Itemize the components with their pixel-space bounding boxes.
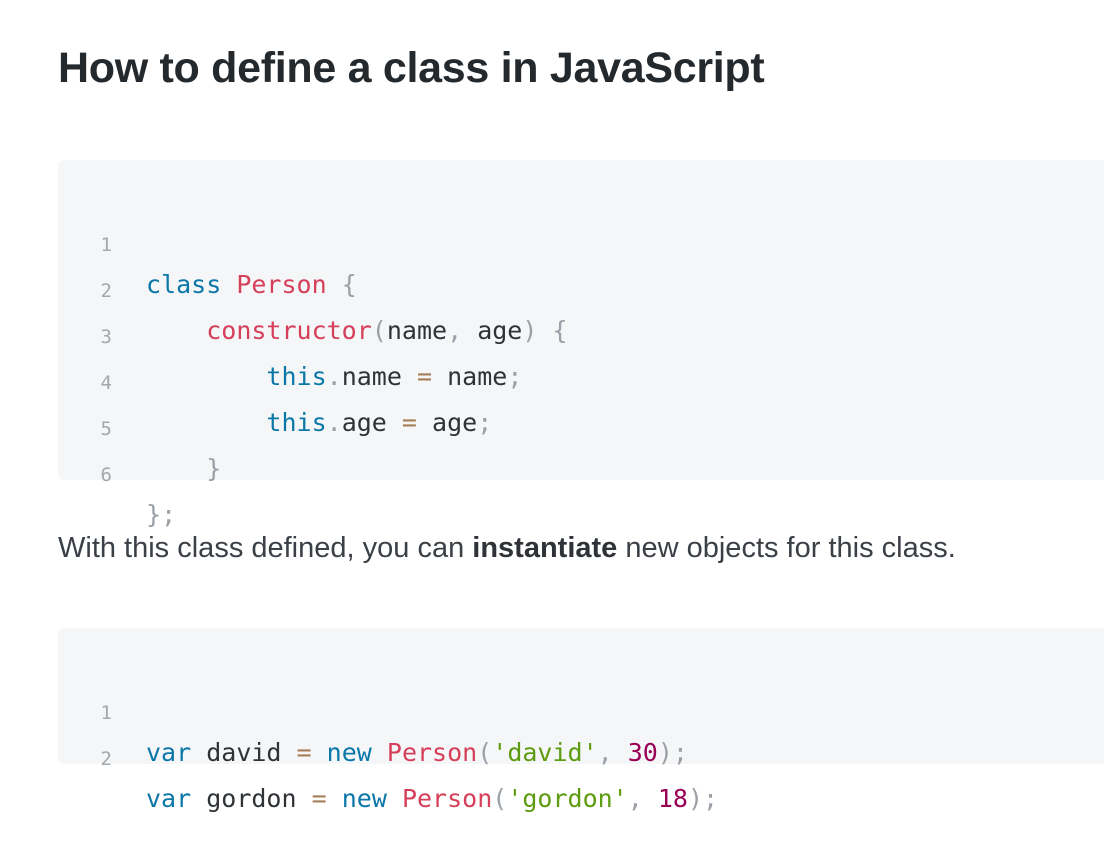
code-line: 2 constructor(name, age) { bbox=[58, 231, 568, 345]
code-line: 4 this.age = age; bbox=[58, 323, 493, 437]
paragraph: With this class defined, you can instant… bbox=[58, 532, 956, 565]
paren-token: ( bbox=[371, 316, 387, 345]
variable-token: gordon bbox=[206, 784, 297, 813]
operator-token: = bbox=[416, 362, 433, 391]
semicolon-token: ; bbox=[507, 362, 523, 391]
number-token: 18 bbox=[657, 784, 688, 813]
dot-token: . bbox=[326, 408, 342, 437]
class-name-token: Person bbox=[236, 270, 327, 299]
property-token: age bbox=[341, 408, 387, 437]
brace-token: } bbox=[146, 500, 162, 529]
param-token: age bbox=[477, 316, 523, 345]
keyword-token: class bbox=[146, 270, 222, 299]
keyword-token: new bbox=[326, 738, 372, 767]
paren-token: ) bbox=[522, 316, 538, 345]
keyword-token: this bbox=[266, 408, 327, 437]
emphasis-text: instantiate bbox=[472, 532, 618, 564]
string-token: 'gordon' bbox=[507, 784, 628, 813]
semicolon-token: ; bbox=[161, 500, 177, 529]
code-block-class-definition: 1 class Person { 2 constructor(name, age… bbox=[58, 160, 1104, 529]
code-line: 6 }; bbox=[58, 415, 177, 529]
page-title: How to define a class in JavaScript bbox=[58, 44, 765, 92]
keyword-token: new bbox=[341, 784, 387, 813]
semicolon-token: ; bbox=[672, 738, 688, 767]
string-token: 'david' bbox=[492, 738, 598, 767]
param-token: name bbox=[386, 316, 448, 345]
code-line: 1 var david = new Person('david', 30); bbox=[58, 653, 688, 767]
operator-token: = bbox=[311, 784, 327, 813]
semicolon-token: ; bbox=[477, 408, 493, 437]
semicolon-token: ; bbox=[703, 784, 719, 813]
property-token: name bbox=[341, 362, 402, 391]
line-number: 2 bbox=[100, 748, 112, 770]
code-block-instantiation: 1 var david = new Person('david', 30); 2… bbox=[58, 628, 1104, 813]
comma-token: , bbox=[597, 738, 613, 767]
value-token: age bbox=[432, 408, 478, 437]
paren-token: ) bbox=[657, 738, 673, 767]
keyword-token: this bbox=[266, 362, 327, 391]
line-number: 6 bbox=[100, 464, 112, 486]
class-name-token: Person bbox=[401, 784, 493, 813]
value-token: name bbox=[447, 362, 508, 391]
paren-token: ( bbox=[477, 738, 493, 767]
keyword-token: var bbox=[146, 738, 192, 767]
dot-token: . bbox=[326, 362, 342, 391]
code-line: 2 var gordon = new Person('gordon', 18); bbox=[58, 699, 719, 813]
operator-token: = bbox=[296, 738, 312, 767]
comma-token: , bbox=[627, 784, 643, 813]
code-line: 1 class Person { bbox=[58, 185, 357, 299]
paren-token: ( bbox=[492, 784, 508, 813]
code-line: 5 } bbox=[58, 369, 222, 483]
brace-token: } bbox=[206, 454, 222, 483]
operator-token: = bbox=[401, 408, 417, 437]
comma-token: , bbox=[447, 316, 463, 345]
brace-token: { bbox=[341, 270, 357, 299]
constructor-token: constructor bbox=[206, 316, 372, 345]
code-line: 3 this.name = name; bbox=[58, 277, 523, 391]
paragraph-text: With this class defined, you can bbox=[58, 532, 473, 564]
paren-token: ) bbox=[687, 784, 704, 813]
class-name-token: Person bbox=[386, 738, 478, 767]
paragraph-text: new objects for this class. bbox=[617, 532, 956, 564]
brace-token: { bbox=[552, 316, 568, 345]
keyword-token: var bbox=[146, 784, 192, 813]
number-token: 30 bbox=[627, 738, 658, 767]
variable-token: david bbox=[206, 738, 282, 767]
